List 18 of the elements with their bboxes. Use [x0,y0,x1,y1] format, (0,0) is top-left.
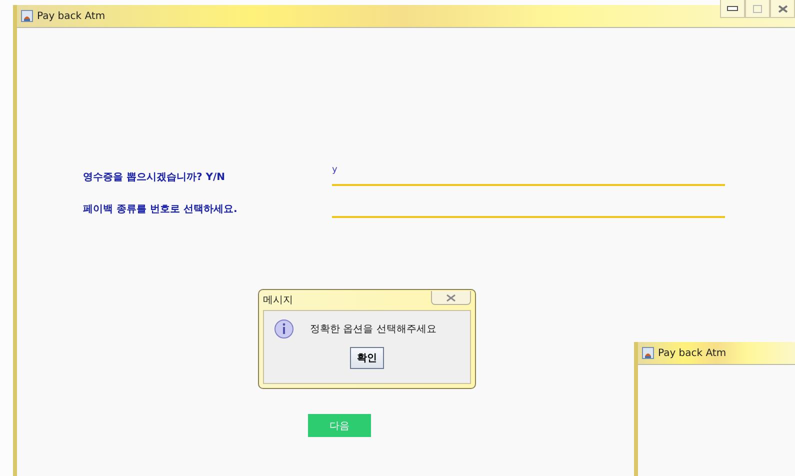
close-icon [446,294,456,302]
input-field[interactable]: y [332,166,725,186]
window-title: Pay back Atm [658,348,726,358]
close-icon [778,4,788,12]
minimize-button[interactable] [720,0,745,18]
window-title: Pay back Atm [37,10,106,22]
field-label: 영수증을 뽑으시겠습니까? Y/N [83,171,226,185]
minimize-icon [727,6,738,11]
info-icon [274,319,294,339]
app-icon [642,347,654,359]
dialog-message: 정확한 옵션을 선택해주세요 [310,323,436,336]
field-label: 페이백 종류를 번호로 선택하세요. [83,203,238,217]
dialog-title: 메시지 [263,294,293,307]
close-button[interactable] [770,0,795,18]
ok-button[interactable]: 확인 [350,347,384,369]
app-icon [21,10,33,22]
maximize-icon [753,4,762,12]
close-button[interactable] [431,291,471,305]
